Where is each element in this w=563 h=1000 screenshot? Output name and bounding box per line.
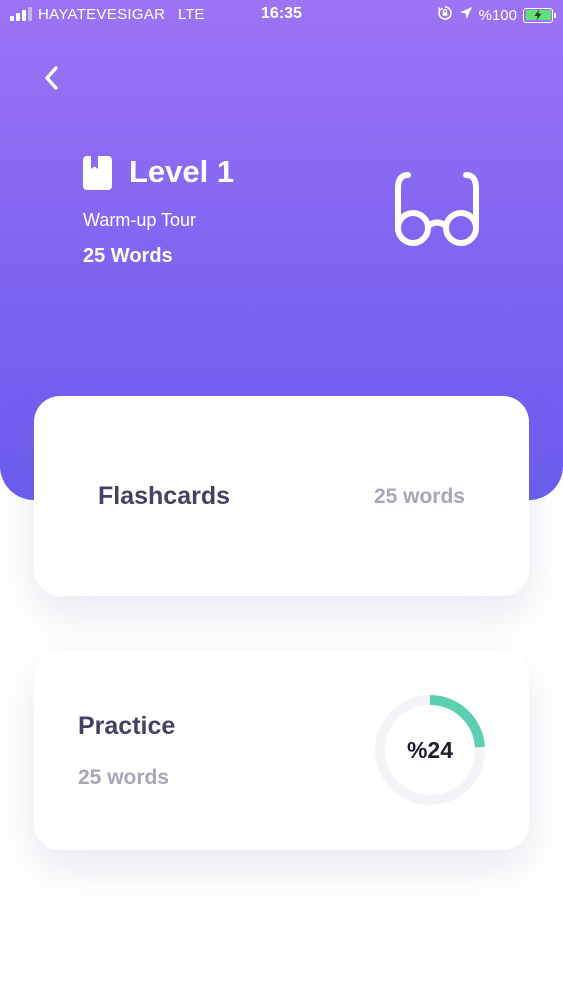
book-icon <box>83 156 112 195</box>
flashcards-title: Flashcards <box>98 482 231 510</box>
practice-card[interactable]: Practice 25 words %24 <box>34 650 529 850</box>
level-title: Level 1 <box>129 154 235 189</box>
flashcards-word-count: 25 words <box>373 485 465 508</box>
flashcards-card[interactable]: Flashcards 25 words <box>34 396 529 596</box>
status-right: %100 <box>437 5 556 25</box>
back-button[interactable] <box>36 62 68 94</box>
battery-percent: %100 <box>478 6 517 24</box>
battery-icon <box>523 7 556 23</box>
status-bar: HAYATEVESIGAR LTE 16:35 %100 <box>0 0 563 30</box>
location-arrow-icon <box>459 6 473 24</box>
screen: HAYATEVESIGAR LTE 16:35 %100 Level 1 War… <box>0 0 563 1000</box>
level-word-count: 25 Words <box>83 245 173 267</box>
level-subtitle: Warm-up Tour <box>83 210 197 230</box>
orientation-lock-icon <box>437 5 453 25</box>
practice-word-count: 25 words <box>78 766 170 789</box>
chevron-left-icon <box>45 66 58 90</box>
practice-progress-percent: %24 <box>406 736 454 763</box>
bolt-icon <box>534 9 542 20</box>
practice-title: Practice <box>78 712 176 740</box>
glasses-icon <box>392 166 482 257</box>
